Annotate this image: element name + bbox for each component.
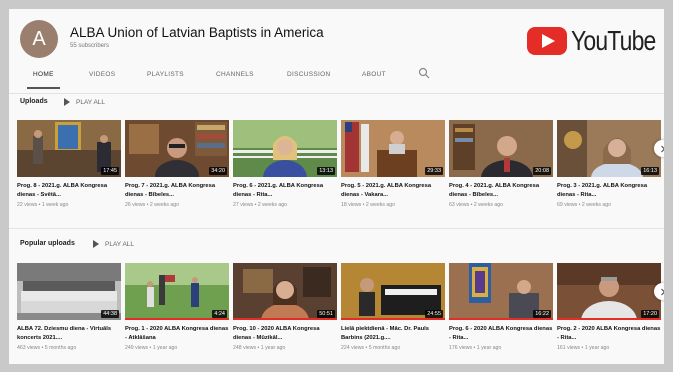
video-thumbnail[interactable]: 13:13 bbox=[233, 120, 337, 177]
tab-playlists[interactable]: PLAYLISTS bbox=[147, 65, 184, 89]
video-title[interactable]: Prog. 2 - 2020 ALBA Kongresa dienas - Ri… bbox=[557, 325, 661, 343]
duration-badge: 24:55 bbox=[425, 310, 443, 318]
channel-page: A ALBA Union of Latvian Baptists in Amer… bbox=[9, 9, 664, 364]
duration-badge: 29:33 bbox=[425, 167, 443, 175]
video-thumbnail[interactable]: 16:22 bbox=[449, 263, 553, 320]
video-meta: 63 views • 2 weeks ago bbox=[449, 202, 504, 208]
uploads-next-arrow[interactable] bbox=[654, 140, 664, 157]
video-meta: 249 views • 1 year ago bbox=[125, 345, 178, 351]
duration-badge: 34:20 bbox=[209, 167, 227, 175]
video-thumbnail[interactable]: 50:51 bbox=[233, 263, 337, 320]
duration-badge: 44:38 bbox=[101, 310, 119, 318]
tab-about[interactable]: ABOUT bbox=[362, 65, 386, 89]
video-meta: 27 views • 2 weeks ago bbox=[233, 202, 288, 208]
youtube-wordmark: YouTube bbox=[571, 25, 656, 56]
video-title[interactable]: Prog. 7 - 2021.g. ALBA Kongresa dienas -… bbox=[125, 182, 229, 200]
section-divider bbox=[9, 228, 664, 229]
duration-badge: 4:24 bbox=[212, 310, 227, 318]
video-title[interactable]: Prog. 3 - 2021.g. ALBA Kongresa dienas -… bbox=[557, 182, 661, 200]
video-thumbnail[interactable]: 16:13 bbox=[557, 120, 661, 177]
watch-progress-bar bbox=[449, 318, 553, 320]
channel-name: ALBA Union of Latvian Baptists in Americ… bbox=[70, 25, 324, 40]
video-thumbnail[interactable]: 17:20 bbox=[557, 263, 661, 320]
video-thumbnail[interactable]: 44:38 bbox=[17, 263, 121, 320]
video-thumbnail[interactable]: 34:20 bbox=[125, 120, 229, 177]
tab-discussion[interactable]: DISCUSSION bbox=[287, 65, 330, 89]
watch-progress-bar bbox=[557, 318, 661, 320]
video-meta: 463 views • 5 months ago bbox=[17, 345, 77, 351]
video-title[interactable]: Prog. 1 - 2020 ALBA Kongresa dienas - At… bbox=[125, 325, 229, 343]
watch-progress-bar bbox=[125, 318, 229, 320]
play-all-label: PLAY ALL bbox=[105, 240, 135, 248]
popular-uploads-title[interactable]: Popular uploads bbox=[20, 240, 75, 247]
avatar[interactable]: A bbox=[20, 20, 58, 58]
play-all-label: PLAY ALL bbox=[76, 98, 106, 106]
watch-progress-bar bbox=[341, 318, 445, 320]
video-meta: 18 views • 2 weeks ago bbox=[341, 202, 396, 208]
duration-badge: 20:08 bbox=[533, 167, 551, 175]
video-title[interactable]: Prog. 8 - 2021.g. ALBA Kongresa dienas -… bbox=[17, 182, 121, 200]
video-meta: 161 views • 1 year ago bbox=[557, 345, 610, 351]
subscriber-count: 55 subscribers bbox=[70, 43, 110, 49]
play-icon bbox=[64, 98, 70, 106]
popular-next-arrow[interactable] bbox=[654, 283, 664, 300]
video-thumbnail[interactable]: 17:45 bbox=[17, 120, 121, 177]
duration-badge: 16:13 bbox=[641, 167, 659, 175]
video-meta: 176 views • 1 year ago bbox=[449, 345, 502, 351]
popular-play-all-button[interactable]: PLAY ALL bbox=[93, 240, 134, 248]
video-thumbnail[interactable]: 20:08 bbox=[449, 120, 553, 177]
video-title[interactable]: Prog. 4 - 2021.g. ALBA Kongresa dienas -… bbox=[449, 182, 553, 200]
video-meta: 224 views • 5 months ago bbox=[341, 345, 401, 351]
video-title[interactable]: Prog. 5 - 2021.g. ALBA Kongresa dienas -… bbox=[341, 182, 445, 200]
uploads-title[interactable]: Uploads bbox=[20, 98, 48, 105]
tab-home[interactable]: HOME bbox=[27, 65, 60, 89]
play-button-icon bbox=[527, 27, 567, 55]
video-thumbnail[interactable]: 29:33 bbox=[341, 120, 445, 177]
video-title[interactable]: Prog. 10 - 2020 ALBA Kongresa dienas - M… bbox=[233, 325, 337, 343]
duration-badge: 17:45 bbox=[101, 167, 119, 175]
video-thumbnail[interactable]: 24:55 bbox=[341, 263, 445, 320]
uploads-shelf: 17:45 Prog. 8 - 2021.g. ALBA Kongresa di… bbox=[17, 120, 664, 240]
video-title[interactable]: ALBA 72. Dziesmu diena - Virtuāls koncer… bbox=[17, 325, 121, 343]
video-title[interactable]: Lielā piektdienā - Māc. Dr. Pauls Barbin… bbox=[341, 325, 445, 343]
play-icon bbox=[93, 240, 99, 248]
chevron-right-icon bbox=[660, 145, 664, 152]
video-meta: 248 views • 1 year ago bbox=[233, 345, 286, 351]
header-divider bbox=[9, 93, 664, 94]
channel-header: A ALBA Union of Latvian Baptists in Amer… bbox=[9, 9, 664, 93]
tab-channels[interactable]: CHANNELS bbox=[216, 65, 254, 89]
video-meta: 69 views • 2 weeks ago bbox=[557, 202, 612, 208]
video-meta: 22 views • 1 week ago bbox=[17, 202, 69, 208]
youtube-logo[interactable]: YouTube bbox=[527, 24, 664, 58]
channel-tabs: HOME VIDEOS PLAYLISTS CHANNELS DISCUSSIO… bbox=[9, 65, 664, 89]
duration-badge: 17:20 bbox=[641, 310, 659, 318]
duration-badge: 16:22 bbox=[533, 310, 551, 318]
popular-uploads-shelf: 44:38 ALBA 72. Dziesmu diena - Virtuāls … bbox=[17, 263, 664, 364]
duration-badge: 50:51 bbox=[317, 310, 335, 318]
duration-badge: 13:13 bbox=[317, 167, 335, 175]
video-title[interactable]: Prog. 6 - 2020 ALBA Kongresa dienas - Ri… bbox=[449, 325, 553, 343]
chevron-right-icon bbox=[660, 288, 664, 295]
search-icon[interactable] bbox=[418, 67, 430, 79]
video-meta: 26 views • 2 weeks ago bbox=[125, 202, 180, 208]
tab-videos[interactable]: VIDEOS bbox=[89, 65, 115, 89]
video-thumbnail[interactable]: 4:24 bbox=[125, 263, 229, 320]
watch-progress-bar bbox=[233, 318, 337, 320]
uploads-play-all-button[interactable]: PLAY ALL bbox=[64, 98, 105, 106]
video-title[interactable]: Prog. 6 - 2021.g. ALBA Kongresa dienas -… bbox=[233, 182, 337, 200]
